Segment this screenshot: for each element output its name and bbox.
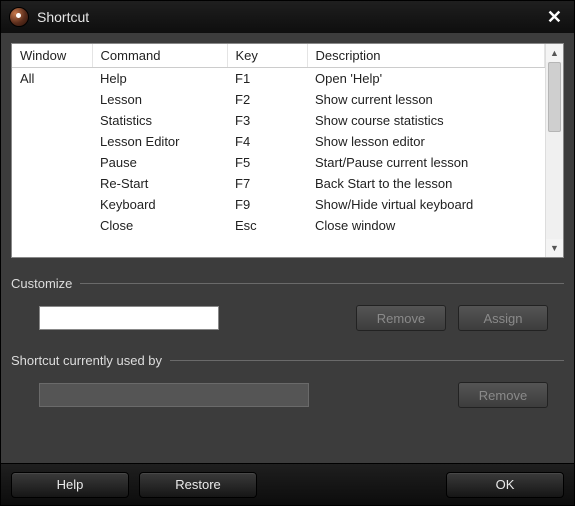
col-window[interactable]: Window — [12, 44, 92, 68]
shortcut-table-container: Window Command Key Description AllHelpF1… — [11, 43, 564, 258]
cell-key: F2 — [227, 89, 307, 110]
table-row[interactable]: Lesson EditorF4Show lesson editor — [12, 131, 545, 152]
col-key[interactable]: Key — [227, 44, 307, 68]
cell-window — [12, 194, 92, 215]
cell-command: Close — [92, 215, 227, 236]
customize-remove-button[interactable]: Remove — [356, 305, 446, 331]
restore-button[interactable]: Restore — [139, 472, 257, 498]
cell-key: F3 — [227, 110, 307, 131]
customize-assign-button[interactable]: Assign — [458, 305, 548, 331]
cell-window — [12, 152, 92, 173]
cell-command: Pause — [92, 152, 227, 173]
table-row[interactable]: CloseEscClose window — [12, 215, 545, 236]
cell-window — [12, 173, 92, 194]
table-row[interactable]: StatisticsF3Show course statistics — [12, 110, 545, 131]
cell-command: Statistics — [92, 110, 227, 131]
used-by-input — [39, 383, 309, 407]
table-scrollbar[interactable]: ▲ ▼ — [545, 44, 563, 257]
cell-command: Re-Start — [92, 173, 227, 194]
cell-key: F4 — [227, 131, 307, 152]
table-row[interactable]: Re-StartF7Back Start to the lesson — [12, 173, 545, 194]
divider — [80, 283, 564, 284]
ok-button[interactable]: OK — [446, 472, 564, 498]
used-by-legend: Shortcut currently used by — [11, 353, 162, 368]
cell-description: Open 'Help' — [307, 68, 545, 90]
table-row[interactable]: KeyboardF9Show/Hide virtual keyboard — [12, 194, 545, 215]
table-row[interactable]: LessonF2Show current lesson — [12, 89, 545, 110]
scroll-up-icon[interactable]: ▲ — [546, 44, 563, 62]
customize-group: Customize Remove Assign — [11, 276, 564, 335]
window-title: Shortcut — [37, 9, 543, 25]
help-button[interactable]: Help — [11, 472, 129, 498]
cell-command: Lesson — [92, 89, 227, 110]
table-row[interactable]: AllHelpF1Open 'Help' — [12, 68, 545, 90]
titlebar: Shortcut ✕ — [1, 1, 574, 33]
table-row[interactable]: PauseF5Start/Pause current lesson — [12, 152, 545, 173]
scroll-track[interactable] — [546, 62, 563, 239]
cell-window — [12, 89, 92, 110]
col-command[interactable]: Command — [92, 44, 227, 68]
cell-key: F5 — [227, 152, 307, 173]
customize-shortcut-input[interactable] — [39, 306, 219, 330]
cell-window — [12, 110, 92, 131]
cell-description: Back Start to the lesson — [307, 173, 545, 194]
used-by-group: Shortcut currently used by Remove — [11, 353, 564, 412]
cell-key: F9 — [227, 194, 307, 215]
dialog-footer: Help Restore OK — [1, 463, 574, 505]
cell-description: Show lesson editor — [307, 131, 545, 152]
cell-description: Start/Pause current lesson — [307, 152, 545, 173]
shortcut-dialog: Shortcut ✕ Window Command Key Descriptio… — [0, 0, 575, 506]
scroll-thumb[interactable] — [548, 62, 561, 132]
app-icon — [9, 7, 29, 27]
cell-command: Keyboard — [92, 194, 227, 215]
cell-description: Show/Hide virtual keyboard — [307, 194, 545, 215]
client-area: Window Command Key Description AllHelpF1… — [1, 33, 574, 463]
cell-window — [12, 131, 92, 152]
customize-legend: Customize — [11, 276, 72, 291]
cell-command: Lesson Editor — [92, 131, 227, 152]
cell-window — [12, 215, 92, 236]
cell-key: F1 — [227, 68, 307, 90]
cell-description: Show course statistics — [307, 110, 545, 131]
scroll-down-icon[interactable]: ▼ — [546, 239, 563, 257]
cell-description: Close window — [307, 215, 545, 236]
used-by-remove-button[interactable]: Remove — [458, 382, 548, 408]
shortcut-table[interactable]: Window Command Key Description AllHelpF1… — [12, 44, 545, 236]
close-icon[interactable]: ✕ — [543, 7, 566, 28]
cell-key: F7 — [227, 173, 307, 194]
table-header-row: Window Command Key Description — [12, 44, 545, 68]
cell-key: Esc — [227, 215, 307, 236]
divider — [170, 360, 564, 361]
col-description[interactable]: Description — [307, 44, 545, 68]
cell-window: All — [12, 68, 92, 90]
cell-command: Help — [92, 68, 227, 90]
cell-description: Show current lesson — [307, 89, 545, 110]
